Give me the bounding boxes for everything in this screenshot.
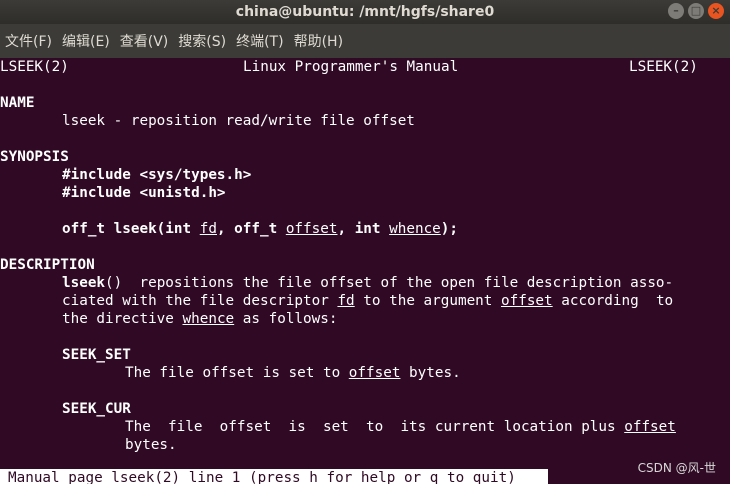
- menu-view[interactable]: 查看(V): [115, 31, 174, 51]
- seek-set-b: bytes.: [400, 365, 461, 381]
- seek-cur-a: The file offset is set to its current lo…: [125, 419, 625, 435]
- seek-cur-text-2: bytes.: [125, 437, 177, 453]
- menu-terminal[interactable]: 终端(T): [231, 31, 288, 51]
- pager-status-line: Manual page lseek(2) line 1 (press h for…: [0, 469, 548, 484]
- description-line-2: ciated with the file descriptor fd to th…: [62, 292, 673, 310]
- watermark: CSDN @风-世: [637, 461, 716, 475]
- desc2-c: according to: [552, 293, 674, 309]
- desc2-offset: offset: [501, 293, 553, 309]
- menu-edit[interactable]: 编辑(E): [57, 31, 115, 51]
- proto-offset: offset: [285, 221, 338, 237]
- man-header: LSEEK(2) Linux Programmer's Manual LSEEK…: [0, 58, 730, 76]
- desc-line1-rest: () repositions the file offset of the op…: [105, 275, 674, 291]
- proto-part-3: , int: [337, 221, 390, 237]
- seek-set-offset: offset: [348, 365, 401, 381]
- menu-file[interactable]: 文件(F): [0, 31, 57, 51]
- close-icon[interactable]: ×: [708, 3, 724, 19]
- desc2-fd: fd: [337, 293, 355, 309]
- window-controls: – □ ×: [668, 3, 724, 19]
- seek-set-heading: SEEK_SET: [62, 347, 131, 363]
- seek-set-a: The file offset is set to: [125, 365, 349, 381]
- desc3-a: the directive: [62, 311, 183, 327]
- proto-part-4: );: [440, 221, 459, 237]
- minimize-icon[interactable]: –: [668, 3, 684, 19]
- menu-bar: 文件(F) 编辑(E) 查看(V) 搜索(S) 终端(T) 帮助(H): [0, 24, 730, 58]
- function-prototype: off_t lseek(int fd, off_t offset, int wh…: [62, 220, 458, 238]
- terminal-area[interactable]: LSEEK(2) Linux Programmer's Manual LSEEK…: [0, 58, 730, 484]
- maximize-icon[interactable]: □: [688, 3, 704, 19]
- desc-fn-name: lseek: [62, 275, 106, 291]
- menu-search[interactable]: 搜索(S): [173, 31, 231, 51]
- proto-fd: fd: [199, 221, 217, 237]
- window-titlebar: china@ubuntu: /mnt/hgfs/share0 – □ ×: [0, 0, 730, 24]
- desc2-b: to the argument: [354, 293, 501, 309]
- man-header-center: Linux Programmer's Manual: [243, 59, 459, 75]
- seek-set-text: The file offset is set to offset bytes.: [125, 364, 461, 382]
- proto-part-1: off_t lseek(int: [62, 221, 200, 237]
- name-heading: NAME: [0, 95, 35, 111]
- seek-cur-heading: SEEK_CUR: [62, 401, 131, 417]
- seek-cur-offset: offset: [624, 419, 676, 435]
- proto-part-2: , off_t: [216, 221, 286, 237]
- desc2-a: ciated with the file descriptor: [62, 293, 338, 309]
- window-title: china@ubuntu: /mnt/hgfs/share0: [235, 4, 495, 20]
- synopsis-heading: SYNOPSIS: [0, 149, 69, 165]
- man-header-right: LSEEK(2): [629, 59, 698, 75]
- desc3-b: as follows:: [234, 311, 338, 327]
- desc3-whence: whence: [182, 311, 235, 327]
- description-line-1: lseek() repositions the file offset of t…: [62, 274, 673, 292]
- menu-help[interactable]: 帮助(H): [289, 31, 348, 51]
- name-text: lseek - reposition read/write file offse…: [62, 113, 415, 129]
- description-heading: DESCRIPTION: [0, 257, 95, 273]
- description-line-3: the directive whence as follows:: [62, 310, 337, 328]
- include-line-1: #include <sys/types.h>: [62, 167, 252, 183]
- man-header-left: LSEEK(2): [0, 59, 69, 75]
- include-line-2: #include <unistd.h>: [62, 185, 226, 201]
- seek-cur-text: The file offset is set to its current lo…: [125, 418, 676, 436]
- proto-whence: whence: [389, 221, 441, 237]
